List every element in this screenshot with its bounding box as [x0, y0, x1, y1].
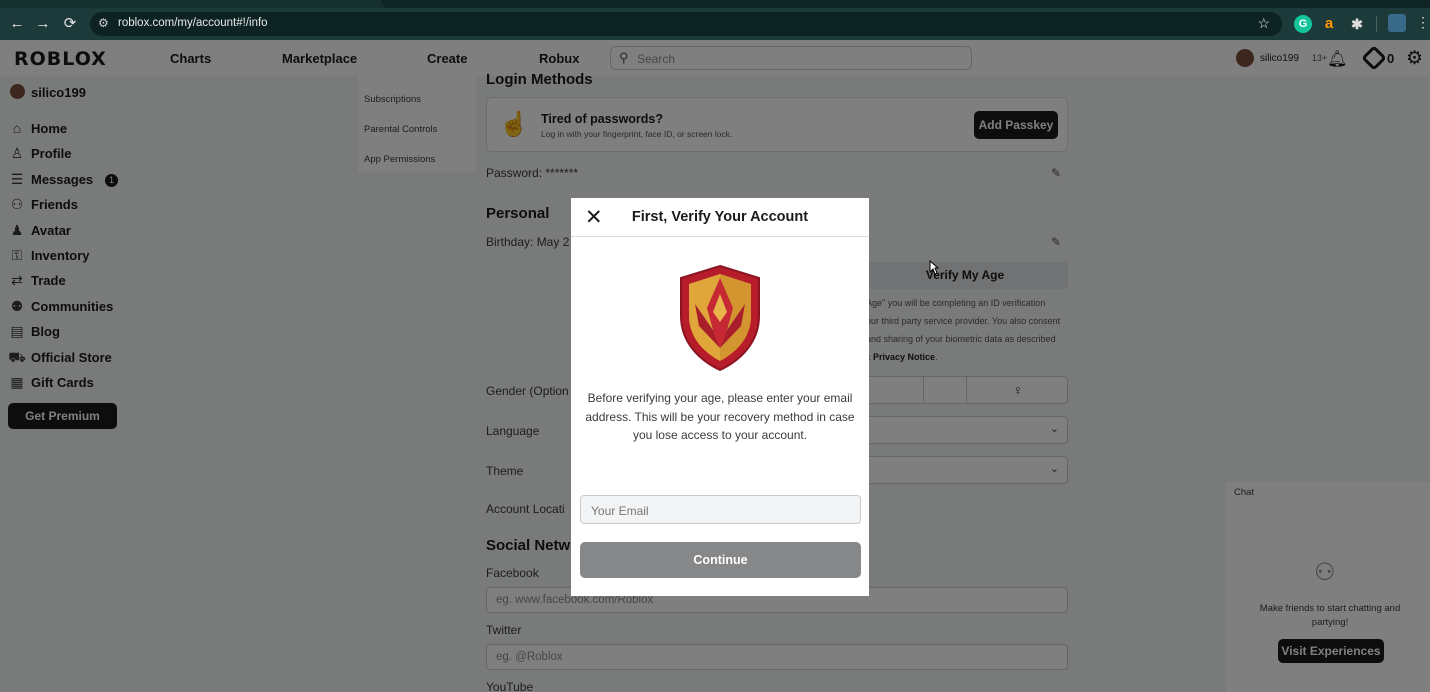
browser-tab[interactable]	[382, 0, 1430, 8]
modal-description: Before verifying your age, please enter …	[585, 391, 855, 442]
extensions-puzzle-icon[interactable]: ✱	[1348, 15, 1366, 33]
browser-toolbar: ← → ⟳ ⚙ roblox.com/my/account#!/info ☆ G…	[0, 0, 1430, 40]
continue-button[interactable]: Continue	[580, 542, 861, 578]
toolbar-divider	[1376, 16, 1377, 32]
forward-icon[interactable]: →	[33, 14, 53, 34]
email-field[interactable]: Your Email	[580, 495, 861, 524]
verify-account-modal: ✕ First, Verify Your Account Before veri…	[571, 198, 869, 596]
mouse-cursor-icon	[929, 260, 939, 275]
site-info-icon[interactable]: ⚙	[98, 16, 109, 30]
amazon-extension-icon[interactable]: a	[1320, 15, 1338, 33]
address-bar[interactable]: ⚙ roblox.com/my/account#!/info ☆	[90, 12, 1282, 36]
url-text[interactable]: roblox.com/my/account#!/info	[118, 17, 268, 29]
reload-icon[interactable]: ⟳	[60, 14, 80, 34]
email-placeholder: Your Email	[591, 504, 649, 518]
bookmark-star-icon[interactable]: ☆	[1257, 15, 1270, 32]
modal-title: First, Verify Your Account	[631, 209, 809, 225]
browser-profile-icon[interactable]	[1388, 14, 1406, 32]
browser-menu-icon[interactable]: ⋮	[1416, 14, 1430, 31]
browser-tabstrip	[0, 0, 1430, 8]
shield-icon	[680, 264, 760, 372]
modal-divider	[571, 236, 869, 237]
back-icon[interactable]: ←	[7, 14, 27, 34]
grammarly-extension-icon[interactable]: G	[1294, 15, 1312, 33]
